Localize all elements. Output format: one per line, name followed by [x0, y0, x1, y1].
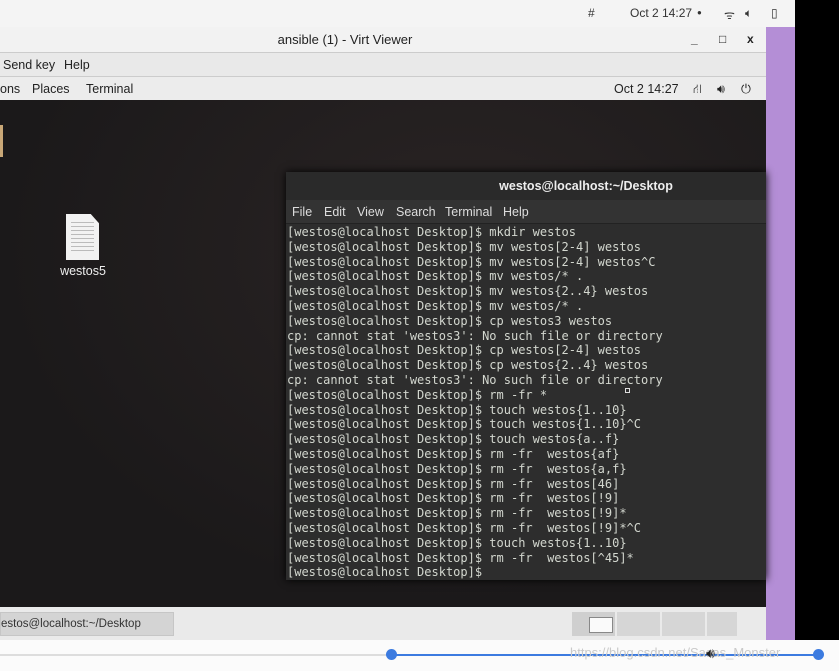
- maximize-button[interactable]: □: [719, 32, 726, 46]
- record-dot-icon: ●: [697, 8, 702, 17]
- close-button[interactable]: x: [747, 32, 754, 46]
- terminal-output[interactable]: [westos@localhost Desktop]$ mkdir westos…: [287, 225, 765, 580]
- menu-places[interactable]: Places: [32, 82, 70, 96]
- terminal-line: [westos@localhost Desktop]$ mv westos/* …: [287, 269, 584, 284]
- file-label[interactable]: westos5: [50, 264, 116, 278]
- network-icon[interactable]: ⛙: [693, 82, 702, 98]
- terminal-line: [westos@localhost Desktop]$ rm -fr westo…: [287, 550, 634, 565]
- wifi-icon[interactable]: ᯤ: [724, 6, 735, 23]
- menu-send-key[interactable]: Send key: [3, 58, 55, 72]
- power-icon[interactable]: ⏻: [741, 82, 751, 97]
- seek-handle[interactable]: [386, 649, 397, 660]
- terminal-line: [westos@localhost Desktop]$ cp westos{2.…: [287, 358, 649, 373]
- terminal-menubar: File Edit View Search Terminal Help: [286, 200, 766, 224]
- host-top-bar: # Oct 2 14:27 ● ᯤ 🔈︎ ▯: [0, 0, 795, 27]
- workspace-3[interactable]: [662, 612, 705, 636]
- terminal-line: [westos@localhost Desktop]$ touch westos…: [287, 432, 620, 447]
- terminal-line: [westos@localhost Desktop]$ mv westos/* …: [287, 298, 584, 313]
- terminal-line: cp: cannot stat 'westos3': No such file …: [287, 372, 663, 387]
- watermark: https://blog.csdn.net/Sasas_Monster: [570, 645, 781, 660]
- terminal-line: [westos@localhost Desktop]$ touch westos…: [287, 535, 627, 550]
- terminal-line: [westos@localhost Desktop]$ rm -fr *: [287, 387, 548, 402]
- grid-icon[interactable]: #: [588, 6, 595, 20]
- guest-clock[interactable]: Oct 2 14:27: [614, 82, 679, 96]
- host-clock[interactable]: Oct 2 14:27: [630, 6, 692, 20]
- terminal-line: [westos@localhost Desktop]$ touch westos…: [287, 417, 642, 432]
- terminal-line: [westos@localhost Desktop]$ cp westos[2-…: [287, 343, 642, 358]
- menu-help[interactable]: Help: [503, 205, 529, 219]
- minimize-button[interactable]: _: [691, 32, 698, 46]
- workspace-4[interactable]: [707, 612, 737, 636]
- terminal-window: westos@localhost:~/Desktop File Edit Vie…: [286, 172, 766, 580]
- workspace-1[interactable]: [572, 612, 615, 636]
- workspace-2[interactable]: [617, 612, 660, 636]
- seek-track[interactable]: [0, 654, 392, 656]
- menu-edit[interactable]: Edit: [324, 205, 346, 219]
- virt-viewer-menubar: Send key Help: [0, 53, 766, 77]
- terminal-title[interactable]: westos@localhost:~/Desktop: [286, 172, 766, 200]
- terminal-line: [westos@localhost Desktop]$ rm -fr westo…: [287, 506, 627, 521]
- terminal-line: [westos@localhost Desktop]$ rm -fr westo…: [287, 446, 620, 461]
- terminal-line: [westos@localhost Desktop]$ rm -fr westo…: [287, 520, 642, 535]
- terminal-line: [westos@localhost Desktop]$: [287, 565, 490, 580]
- menu-terminal[interactable]: Terminal: [445, 205, 492, 219]
- host-desktop-background: [766, 27, 795, 640]
- menu-file[interactable]: File: [292, 205, 312, 219]
- menu-terminal[interactable]: Terminal: [86, 82, 133, 96]
- terminal-line: [westos@localhost Desktop]$ touch westos…: [287, 402, 627, 417]
- terminal-line: [westos@localhost Desktop]$ mv westos{2.…: [287, 284, 649, 299]
- text-file-icon[interactable]: [66, 214, 99, 260]
- menu-applications[interactable]: ons: [0, 82, 20, 96]
- terminal-line: [westos@localhost Desktop]$ rm -fr westo…: [287, 491, 620, 506]
- volume-icon[interactable]: 🔊︎: [706, 645, 715, 662]
- terminal-line: cp: cannot stat 'westos3': No such file …: [287, 328, 663, 343]
- volume-icon[interactable]: 🔊︎: [717, 82, 725, 97]
- terminal-line: [westos@localhost Desktop]$ mv westos[2-…: [287, 254, 656, 269]
- terminal-line: [westos@localhost Desktop]$ rm -fr westo…: [287, 476, 620, 491]
- terminal-line: [westos@localhost Desktop]$ cp westos3 w…: [287, 313, 613, 328]
- battery-icon[interactable]: ▯: [771, 6, 778, 20]
- terminal-line: [westos@localhost Desktop]$ mv westos[2-…: [287, 239, 642, 254]
- taskbar-window-item[interactable]: estos@localhost:~/Desktop: [0, 612, 174, 636]
- folder-icon[interactable]: [0, 125, 3, 157]
- guest-top-bar: ons Places Terminal Oct 2 14:27 ⛙ 🔊︎ ⏻: [0, 77, 766, 100]
- volume-icon[interactable]: 🔈︎: [745, 6, 752, 21]
- menu-search[interactable]: Search: [396, 205, 436, 219]
- terminal-line: [westos@localhost Desktop]$ rm -fr westo…: [287, 461, 627, 476]
- virt-viewer-titlebar: ansible (1) - Virt Viewer _ □ x: [0, 27, 766, 53]
- menu-view[interactable]: View: [357, 205, 384, 219]
- mouse-cursor: [625, 388, 630, 393]
- menu-help[interactable]: Help: [64, 58, 90, 72]
- volume-handle[interactable]: [813, 649, 824, 660]
- terminal-line: [westos@localhost Desktop]$ mkdir westos: [287, 225, 576, 239]
- window-title: ansible (1) - Virt Viewer: [277, 32, 413, 47]
